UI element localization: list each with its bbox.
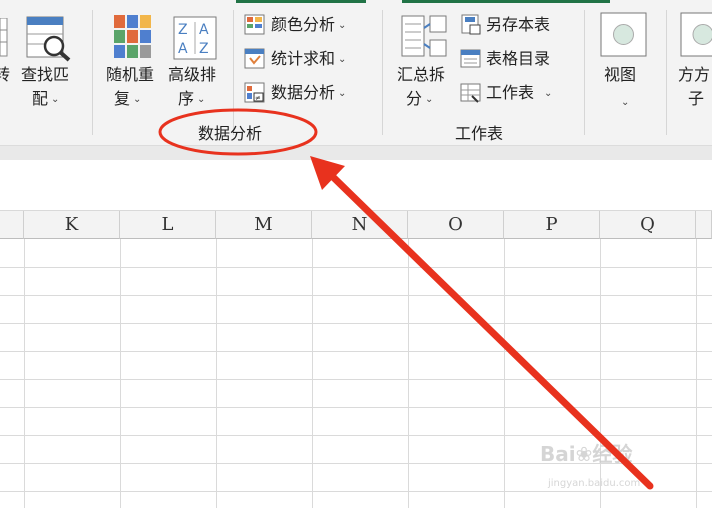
annotation-overlay — [158, 108, 654, 490]
annotation-ellipse — [158, 108, 318, 156]
annotation-arrow-shaft — [328, 172, 654, 490]
